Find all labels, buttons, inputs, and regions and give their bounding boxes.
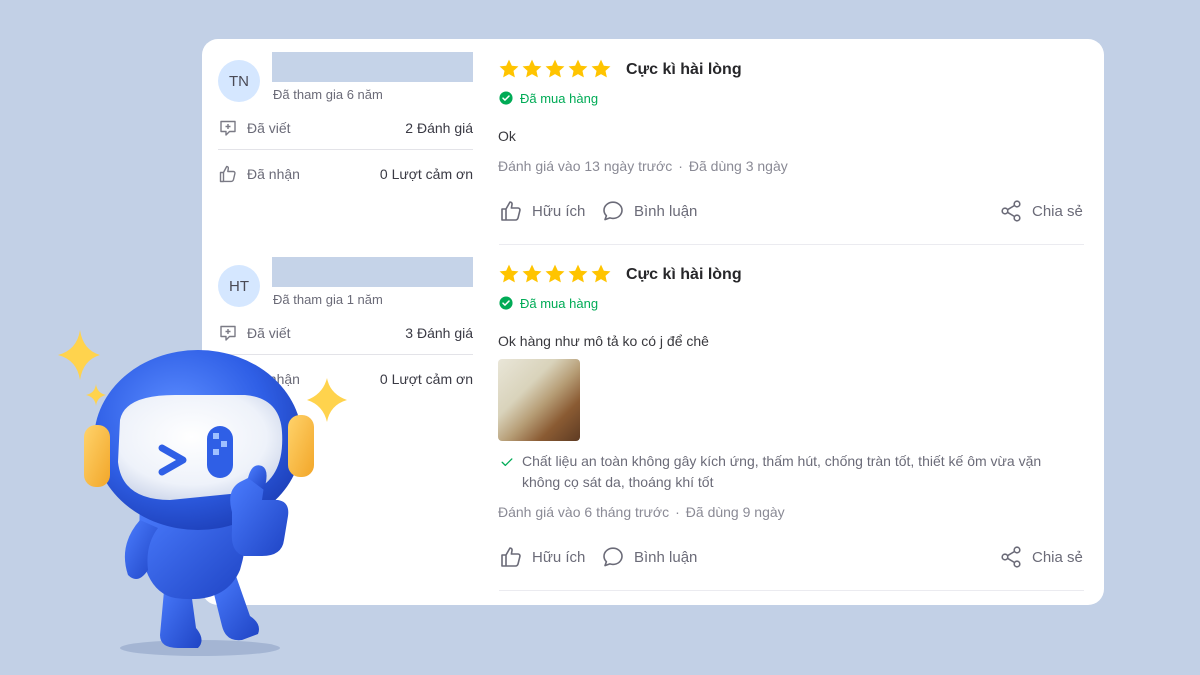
star-icon xyxy=(498,58,520,80)
reviewer-name-redacted[interactable] xyxy=(272,257,473,287)
star-icon xyxy=(521,263,543,285)
avatar[interactable]: TN xyxy=(218,60,260,102)
check-circle-icon xyxy=(499,91,513,105)
star-icon xyxy=(498,263,520,285)
share-icon xyxy=(999,199,1023,223)
star-icon xyxy=(544,58,566,80)
star-icon xyxy=(567,263,589,285)
meta-separator: · xyxy=(675,504,680,520)
review-content: Ok xyxy=(498,128,516,144)
star-icon xyxy=(521,58,543,80)
stat-written-value: 3 Đánh giá xyxy=(405,325,473,341)
thumbs-up-icon xyxy=(218,164,238,184)
review-meta: Đánh giá vào 6 tháng trước · Đã dùng 9 ngà… xyxy=(498,504,785,520)
stat-received-label: Đã nhận xyxy=(247,166,300,182)
share-label: Chia sẻ xyxy=(1032,202,1083,220)
rating-stars xyxy=(498,263,612,285)
purchased-badge: Đã mua hàng xyxy=(499,90,598,106)
helpful-button[interactable]: Hữu ích xyxy=(499,199,585,223)
check-icon xyxy=(500,455,514,469)
purchased-label: Đã mua hàng xyxy=(520,295,599,311)
star-icon xyxy=(590,58,612,80)
stat-received-value: 0 Lượt cảm ơn xyxy=(379,166,473,182)
usage-duration: Đã dùng 3 ngày xyxy=(688,158,788,174)
share-label: Chia sẻ xyxy=(1032,548,1083,566)
reviewer-name-redacted[interactable] xyxy=(272,52,473,82)
purchased-label: Đã mua hàng xyxy=(520,90,599,106)
review-photo[interactable] xyxy=(498,359,580,441)
stat-received-value: 0 Lượt cảm ơn xyxy=(379,371,473,387)
meta-separator: · xyxy=(678,158,683,174)
helpful-button[interactable]: Hữu ích xyxy=(499,545,585,569)
usage-duration: Đã dùng 9 ngày xyxy=(685,504,785,520)
thumbs-up-icon xyxy=(499,545,523,569)
share-button[interactable]: Chia sẻ xyxy=(999,199,1083,223)
review-content: Ok hàng như mô tả ko có j để chê xyxy=(498,333,709,349)
star-icon xyxy=(567,58,589,80)
purchased-badge: Đã mua hàng xyxy=(499,295,598,311)
robot-mascot-illustration xyxy=(58,330,347,656)
comment-button[interactable]: Bình luận xyxy=(601,545,697,569)
sparkle-icon xyxy=(307,378,347,422)
speech-bubble-icon xyxy=(601,545,625,569)
star-icon xyxy=(544,263,566,285)
review-time: Đánh giá vào 6 tháng trước xyxy=(498,504,670,520)
sparkle-icon xyxy=(58,330,100,380)
comment-write-icon xyxy=(218,118,238,138)
review-meta: Đánh giá vào 13 ngày trước · Đã dùng 3 ngà… xyxy=(498,158,788,174)
comment-button[interactable]: Bình luận xyxy=(601,199,697,223)
helpful-label: Hữu ích xyxy=(532,202,586,220)
share-button[interactable]: Chia sẻ xyxy=(999,545,1083,569)
stat-written: Đã viết 2 Đánh giá xyxy=(218,118,473,138)
avatar[interactable]: HT xyxy=(218,265,260,307)
helpful-label: Hữu ích xyxy=(532,548,586,566)
speech-bubble-icon xyxy=(601,199,625,223)
thumbs-up-icon xyxy=(499,199,523,223)
comment-label: Bình luận xyxy=(634,202,698,220)
review-time: Đánh giá vào 13 ngày trước xyxy=(498,158,673,174)
sparkle-icon xyxy=(86,384,106,406)
share-icon xyxy=(999,545,1023,569)
joined-duration: Đã tham gia 6 năm xyxy=(273,87,383,102)
review-item: TN Đã tham gia 6 năm Đã viết 2 Đánh giá … xyxy=(202,39,1104,244)
stat-received: Đã nhận 0 Lượt cảm ơn xyxy=(218,164,473,184)
review-divider xyxy=(499,590,1084,591)
star-icon xyxy=(590,263,612,285)
rating-title: Cực kì hài lòng xyxy=(626,61,742,78)
comment-label: Bình luận xyxy=(634,548,698,566)
stat-written-label: Đã viết xyxy=(247,120,291,136)
rating-stars xyxy=(498,58,612,80)
check-circle-icon xyxy=(499,296,513,310)
stat-written-value: 2 Đánh giá xyxy=(405,120,473,136)
joined-duration: Đã tham gia 1 năm xyxy=(273,292,383,307)
page: { "reviews": [ { "avatar_initials": "TN"… xyxy=(0,0,1200,675)
divider xyxy=(218,149,473,150)
attribute-text: Chất liệu an toàn không gây kích ứng, th… xyxy=(522,453,1042,490)
rating-title: Cực kì hài lòng xyxy=(626,266,742,283)
